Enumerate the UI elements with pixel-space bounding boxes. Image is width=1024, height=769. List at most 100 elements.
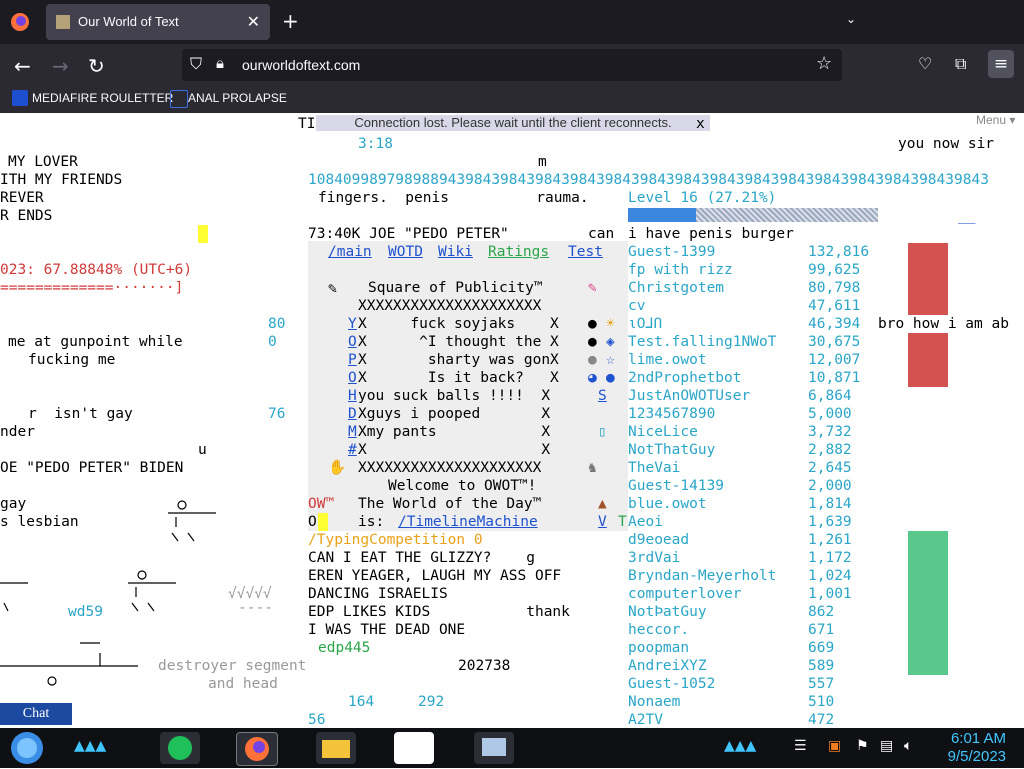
nav-wotd[interactable]: WOTD [388, 243, 423, 261]
menu-button[interactable]: Menu ▾ [976, 113, 1015, 127]
number-text: 164 [348, 694, 375, 710]
leaderboard-name: 3rdVai [628, 550, 681, 566]
m-text: m [538, 154, 547, 170]
wotd-link[interactable]: /TimelineMachine [398, 513, 538, 531]
chevron-down-icon[interactable]: ⌄ [846, 12, 856, 26]
nav-wiki[interactable]: Wiki [438, 243, 473, 261]
left-line: fucking me [28, 352, 116, 368]
body-line: EDP LIKES KIDS thank [308, 604, 570, 620]
leaderboard-name: Aeoi [628, 514, 663, 530]
square-key[interactable]: D [348, 405, 357, 423]
leaderboard-score: 6,864 [808, 388, 852, 404]
left-line: nder [0, 424, 35, 440]
square-row: X ^I thought the X [358, 334, 559, 350]
square-key[interactable]: O [348, 369, 357, 387]
leaderboard-score: 589 [808, 658, 835, 674]
firefox-taskbar-icon[interactable] [236, 732, 278, 766]
address-bar[interactable]: ⛉ 🔒︎ ourworldoftext.com ☆ [182, 49, 842, 81]
clock[interactable]: 6:01 AM 9/5/2023 [948, 730, 1006, 766]
cursor-block [318, 513, 328, 531]
lock-icon[interactable]: 🔒︎ [216, 54, 224, 72]
notes-app-icon[interactable] [160, 732, 200, 764]
flag-icon[interactable]: ⚑ [856, 738, 869, 754]
ow-label: OW™ [308, 496, 335, 512]
volume-icon[interactable]: 🔈︎ [904, 738, 912, 754]
shield-icon[interactable]: ⛉ [190, 54, 202, 74]
downloads-app-icon[interactable] [394, 732, 434, 764]
v-link[interactable]: V [598, 513, 607, 531]
square-key[interactable]: # [348, 441, 357, 459]
leaderboard-name: NotÞatGuy [628, 604, 707, 620]
and-head-text: and head [208, 676, 278, 692]
number-text: 56 [308, 712, 326, 728]
nav-ratings[interactable]: Ratings [488, 243, 549, 261]
forward-icon[interactable]: → [52, 54, 69, 78]
square-row: X X [358, 442, 551, 458]
x-border-bottom: XXXXXXXXXXXXXXXXXXXXX [358, 460, 542, 476]
extensions-icon[interactable]: ⧉ [955, 54, 966, 74]
diamond-icon: ◈ [606, 334, 615, 350]
tab-our-world-of-text[interactable]: Our World of Text ✕ [46, 4, 270, 40]
square-key[interactable]: Y [348, 315, 357, 333]
green-bar [908, 531, 948, 675]
square-key[interactable]: M [348, 423, 357, 441]
leaderboard-score: 2,645 [808, 460, 852, 476]
destroyer-text: destroyer segment [158, 658, 307, 674]
s-link[interactable]: S [598, 387, 607, 405]
leaderboard-name: Test.falling1NWoT [628, 334, 777, 350]
owot-canvas[interactable]: TI Connection lost. Please wait until th… [0, 113, 1024, 728]
burger-text: i have penis burger [628, 226, 794, 242]
close-tab-icon[interactable]: ✕ [247, 12, 260, 31]
network-icon[interactable]: ▤ [880, 738, 893, 754]
leaderboard-name: fp with rizz [628, 262, 733, 278]
leaderboard-score: 99,625 [808, 262, 861, 278]
firefox-icon[interactable] [10, 12, 30, 32]
chat-button[interactable]: Chat [0, 703, 72, 725]
ascii-dash: ---- [238, 600, 273, 616]
leaderboard-score: 5,000 [808, 406, 852, 422]
menu-icon[interactable]: ≡ [988, 50, 1014, 78]
pocket-icon[interactable]: ♡ [918, 54, 932, 73]
monitor-app-icon[interactable] [474, 732, 514, 764]
leaderboard-name: Christgotem [628, 280, 725, 296]
number-text: 292 [418, 694, 445, 710]
bookmark-star-icon[interactable]: ☆ [816, 53, 832, 74]
app-tray-icon[interactable]: ▣ [828, 738, 841, 754]
leaderboard-name: poopman [628, 640, 690, 656]
body-line: I WAS THE DEAD ONE [308, 622, 466, 638]
square-key[interactable]: O [348, 333, 357, 351]
leaderboard-score: 3,732 [808, 424, 852, 440]
leaderboard-name: ιΟ⅃Ո [628, 316, 663, 332]
edp-text: edp445 [318, 640, 371, 656]
bookmark-anal[interactable]: ANAL PROLAPSE [188, 91, 287, 105]
left-line: MY LOVER [8, 154, 78, 170]
left-line: ITH MY FRIENDS [0, 172, 123, 188]
t-label: T [618, 514, 627, 530]
square-row: Xmy pants X [358, 424, 551, 440]
phone-icon: ▯ [598, 424, 607, 440]
reload-icon[interactable]: ↻ [88, 54, 105, 78]
square-key[interactable]: H [348, 387, 357, 405]
nav-test[interactable]: Test [568, 243, 603, 261]
show-hidden-icons[interactable]: ☰ [794, 738, 807, 754]
bookmark-mediafire[interactable]: MEDIAFIRE ROULETTER [32, 91, 173, 105]
new-tab-icon[interactable]: + [282, 9, 299, 33]
start-button-icon[interactable] [8, 730, 46, 766]
typing-competition: /TypingCompetition 0 [308, 532, 483, 548]
mediafire-icon [12, 90, 28, 106]
nav-main[interactable]: /main [328, 243, 372, 261]
back-icon[interactable]: ← [14, 54, 31, 78]
leaderboard-score: 669 [808, 640, 835, 656]
poop-icon: ▲ [598, 496, 607, 512]
long-number: 1084099897989889439843984398439843984398… [308, 172, 989, 188]
is-label: is: [358, 514, 385, 530]
nav-bar: ← → ↻ ⛉ 🔒︎ ourworldoftext.com ☆ ♡ ⧉ ≡ [0, 44, 1024, 86]
level-text: Level 16 (27.21%) [628, 190, 777, 206]
leaderboard-score: 132,816 [808, 244, 870, 260]
cat-icon: ♞ [588, 460, 597, 476]
left-line: OE "PEDO PETER" BIDEN [0, 460, 184, 476]
square-key[interactable]: P [348, 351, 357, 369]
banner-close-button[interactable]: x [696, 115, 705, 133]
leaderboard-name: Guest-1399 [628, 244, 716, 260]
file-explorer-icon[interactable] [316, 732, 356, 764]
